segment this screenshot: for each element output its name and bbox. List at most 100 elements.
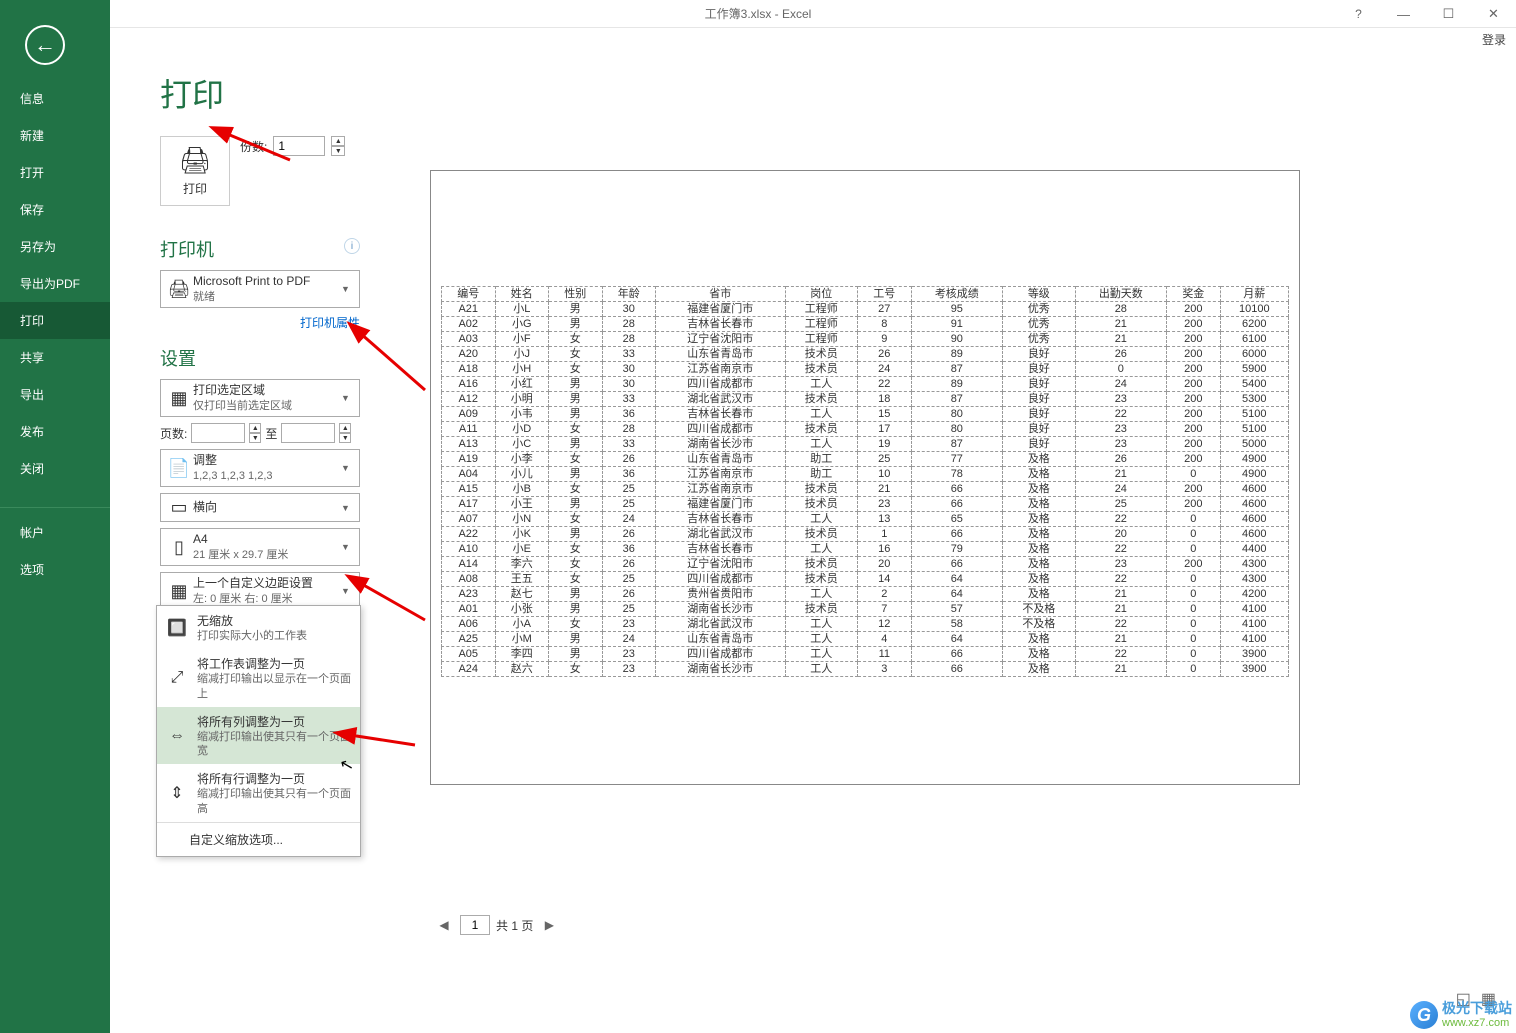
window-controls: — ☐ ✕ xyxy=(1381,0,1516,28)
page-from-down[interactable]: ▼ xyxy=(249,433,261,443)
prev-page-button[interactable]: ◀ xyxy=(434,915,454,935)
scaling-option-icon: ⇔ xyxy=(165,713,189,759)
page-to-label: 至 xyxy=(265,425,277,442)
scaling-option-icon: ⇕ xyxy=(165,770,189,816)
table-header-cell: 姓名 xyxy=(495,287,549,302)
table-header-cell: 奖金 xyxy=(1167,287,1221,302)
page-to-input[interactable] xyxy=(281,423,335,443)
page-to-down[interactable]: ▼ xyxy=(339,433,351,443)
chevron-down-icon: ▼ xyxy=(341,463,353,473)
print-settings-column: 打印 🖨 打印 份数: ▲ ▼ 打印机 i 🖨 Microsoft Print xyxy=(110,50,370,1033)
back-arrow-icon: ← xyxy=(34,32,56,58)
table-row: A23赵七男26贵州省贵阳市工人264及格2104200 xyxy=(442,587,1289,602)
table-row: A21小L男30福建省厦门市工程师2795优秀2820010100 xyxy=(442,302,1289,317)
settings-section-title: 设置 xyxy=(160,345,360,371)
chevron-down-icon: ▼ xyxy=(341,393,353,403)
chevron-down-icon: ▼ xyxy=(341,284,353,294)
sidebar-item-6[interactable]: 打印 xyxy=(0,302,110,339)
table-header-cell: 月薪 xyxy=(1220,287,1288,302)
table-row: A13小C男33湖南省长沙市工人1987良好232005000 xyxy=(442,437,1289,452)
preview-table: 编号姓名性别年龄省市岗位工号考核成绩等级出勤天数奖金月薪 A21小L男30福建省… xyxy=(441,286,1289,677)
page-to-up[interactable]: ▲ xyxy=(339,423,351,433)
table-row: A17小王男25福建省厦门市技术员2366及格252004600 xyxy=(442,497,1289,512)
window-title: 工作簿3.xlsx - Excel xyxy=(705,5,812,22)
scaling-option-icon: ⤢ xyxy=(165,655,189,701)
table-row: A03小F女28辽宁省沈阳市工程师990优秀212006100 xyxy=(442,332,1289,347)
table-row: A15小B女25江苏省南京市技术员2166及格242004600 xyxy=(442,482,1289,497)
scaling-option-1[interactable]: ⤢将工作表调整为一页缩减打印输出以显示在一个页面上 xyxy=(157,649,360,707)
page-from-input[interactable] xyxy=(191,423,245,443)
table-row: A08王五女25四川省成都市技术员1464及格2204300 xyxy=(442,572,1289,587)
copies-label: 份数: xyxy=(240,138,267,155)
maximize-button[interactable]: ☐ xyxy=(1426,0,1471,28)
print-area-dropdown[interactable]: ▦ 打印选定区域 仅打印当前选定区域 ▼ xyxy=(160,379,360,417)
copies-input[interactable] xyxy=(273,136,325,156)
copies-up[interactable]: ▲ xyxy=(331,136,345,146)
sidebar-item-5[interactable]: 导出为PDF xyxy=(0,265,110,302)
sidebar-item-10[interactable]: 关闭 xyxy=(0,450,110,487)
orientation-dropdown[interactable]: ▭ 横向 ▼ xyxy=(160,493,360,522)
help-button[interactable]: ? xyxy=(1336,0,1381,28)
table-header-cell: 性别 xyxy=(549,287,603,302)
main-area: 打印 🖨 打印 份数: ▲ ▼ 打印机 i 🖨 Microsoft Print xyxy=(110,50,1516,1033)
page-number-input[interactable] xyxy=(460,915,490,935)
table-row: A02小G男28吉林省长春市工程师891优秀212006200 xyxy=(442,317,1289,332)
table-row: A10小E女36吉林省长春市工人1679及格2204400 xyxy=(442,542,1289,557)
printer-icon: 🖨 xyxy=(178,145,211,176)
watermark: G 极光下载站 www.xz7.com xyxy=(1410,1001,1512,1029)
sidebar-item-2[interactable]: 打开 xyxy=(0,154,110,191)
chevron-down-icon: ▼ xyxy=(341,586,353,596)
page-total-label: 共 1 页 xyxy=(496,917,533,934)
table-row: A06小A女23湖北省武汉市工人1258不及格2204100 xyxy=(442,617,1289,632)
table-row: A24赵六女23湖南省长沙市工人366及格2103900 xyxy=(442,662,1289,677)
login-link[interactable]: 登录 xyxy=(0,28,1516,50)
table-row: A09小韦男36吉林省长春市工人1580良好222005100 xyxy=(442,407,1289,422)
sidebar-bottom-item-1[interactable]: 选项 xyxy=(0,551,110,588)
chevron-down-icon: ▼ xyxy=(341,542,353,552)
table-header-cell: 考核成绩 xyxy=(911,287,1003,302)
printer-properties-link[interactable]: 打印机属性 xyxy=(160,314,360,331)
next-page-button[interactable]: ▶ xyxy=(539,915,559,935)
page-from-label: 页数: xyxy=(160,425,187,442)
sidebar-item-0[interactable]: 信息 xyxy=(0,80,110,117)
custom-scaling-item[interactable]: 自定义缩放选项... xyxy=(157,822,360,856)
minimize-button[interactable]: — xyxy=(1381,0,1426,28)
printer-dropdown[interactable]: 🖨 Microsoft Print to PDF 就绪 ▼ xyxy=(160,270,360,308)
table-header-cell: 工号 xyxy=(858,287,912,302)
table-row: A07小N女24吉林省长春市工人1365及格2204600 xyxy=(442,512,1289,527)
page-navigation: ◀ 共 1 页 ▶ xyxy=(430,915,1486,935)
scaling-option-icon: 🔲 xyxy=(165,612,189,643)
backstage-sidebar: 信息新建打开保存另存为导出为PDF打印共享导出发布关闭 帐户选项 xyxy=(0,0,110,1033)
scaling-option-3[interactable]: ⇕将所有行调整为一页缩减打印输出使其只有一个页面高 xyxy=(157,764,360,822)
sidebar-bottom-item-0[interactable]: 帐户 xyxy=(0,514,110,551)
scaling-option-0[interactable]: 🔲无缩放打印实际大小的工作表 xyxy=(157,606,360,649)
table-row: A12小明男33湖北省武汉市技术员1887良好232005300 xyxy=(442,392,1289,407)
sidebar-item-1[interactable]: 新建 xyxy=(0,117,110,154)
sidebar-item-4[interactable]: 另存为 xyxy=(0,228,110,265)
page-icon: ▯ xyxy=(167,537,191,558)
copies-down[interactable]: ▼ xyxy=(331,146,345,156)
sidebar-item-3[interactable]: 保存 xyxy=(0,191,110,228)
info-icon[interactable]: i xyxy=(344,238,360,254)
preview-page: 编号姓名性别年龄省市岗位工号考核成绩等级出勤天数奖金月薪 A21小L男30福建省… xyxy=(430,170,1300,785)
print-preview: 编号姓名性别年龄省市岗位工号考核成绩等级出勤天数奖金月薪 A21小L男30福建省… xyxy=(370,50,1516,1033)
scaling-option-2[interactable]: ⇔将所有列调整为一页缩减打印输出使其只有一个页面宽 xyxy=(157,707,360,765)
table-header-cell: 年龄 xyxy=(602,287,656,302)
table-row: A16小红男30四川省成都市工人2289良好242005400 xyxy=(442,377,1289,392)
table-header-cell: 编号 xyxy=(442,287,496,302)
paper-dropdown[interactable]: ▯ A4 21 厘米 x 29.7 厘米 ▼ xyxy=(160,528,360,566)
collate-dropdown[interactable]: 📄 调整 1,2,3 1,2,3 1,2,3 ▼ xyxy=(160,449,360,487)
print-button[interactable]: 🖨 打印 xyxy=(160,136,230,206)
back-button[interactable]: ← xyxy=(25,25,65,65)
page-from-up[interactable]: ▲ xyxy=(249,423,261,433)
titlebar: 工作簿3.xlsx - Excel ? — ☐ ✕ xyxy=(0,0,1516,28)
table-row: A04小儿男36江苏省南京市助工1078及格2104900 xyxy=(442,467,1289,482)
table-header-cell: 省市 xyxy=(656,287,785,302)
sidebar-item-8[interactable]: 导出 xyxy=(0,376,110,413)
printer-section-title: 打印机 xyxy=(160,236,360,262)
grid-icon: ▦ xyxy=(167,388,191,409)
sidebar-item-7[interactable]: 共享 xyxy=(0,339,110,376)
sidebar-item-9[interactable]: 发布 xyxy=(0,413,110,450)
table-header-cell: 出勤天数 xyxy=(1075,287,1167,302)
close-button[interactable]: ✕ xyxy=(1471,0,1516,28)
